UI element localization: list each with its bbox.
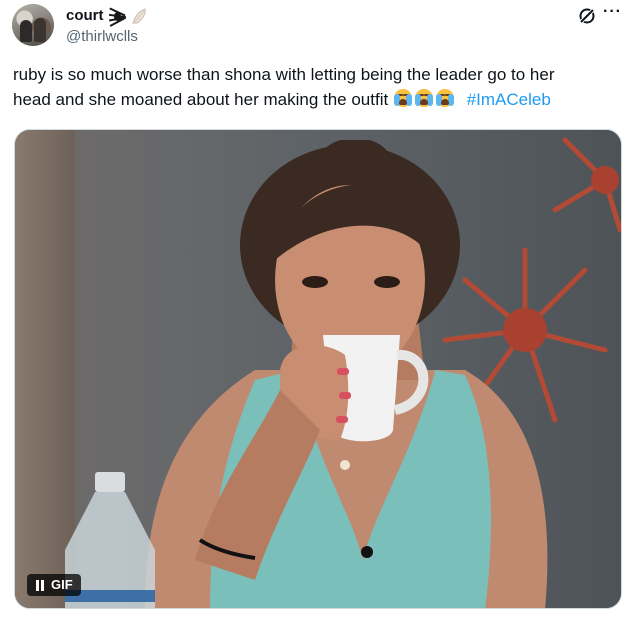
avatar[interactable] [12,4,54,46]
hashtag-link[interactable]: #ImACeleb [467,90,551,109]
tweet: court @thirlwclls ··· ruby is so much wo… [0,0,634,623]
grok-icon[interactable] [577,6,597,26]
author-handle[interactable]: @thirlwclls [66,27,138,47]
author-name-row: court [66,6,148,27]
loudly-crying-face-icon [393,88,413,108]
shell-icon [130,7,148,25]
tweet-text-line-2-text: head and she moaned about her making the… [13,90,389,109]
pause-icon[interactable] [35,579,45,591]
gif-badge-label: GIF [51,577,73,592]
more-icon[interactable]: ··· [603,4,625,25]
tweet-text-line-2: head and she moaned about her making the… [13,87,623,112]
loudly-crying-face-icon [435,88,455,108]
display-name[interactable]: court [66,6,104,26]
tweet-text-line-1: ruby is so much worse than shona with le… [13,65,555,84]
loudly-crying-face-icon [414,88,434,108]
gif-media[interactable]: GIF [14,129,622,609]
gif-badge[interactable]: GIF [27,574,81,596]
spider-icon [108,7,126,27]
tweet-text: ruby is so much worse than shona with le… [13,62,623,112]
